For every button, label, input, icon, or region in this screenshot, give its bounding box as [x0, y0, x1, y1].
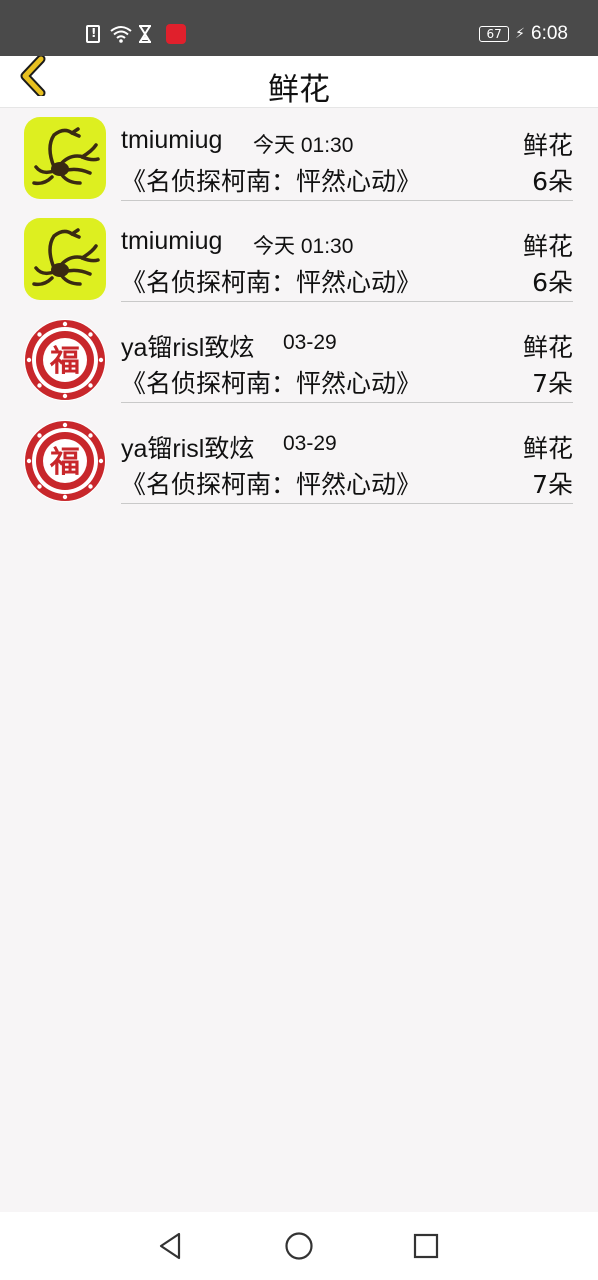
- nav-recents-button[interactable]: [410, 1230, 442, 1262]
- record-details: ya镏risl致炫 03-29 鲜花 《名侦探柯南：怦然心动》 7朵: [121, 411, 573, 504]
- flower-record-list: tmiumiug 今天 01:30 鲜花 《名侦探柯南：怦然心动》 6朵 tmi…: [0, 108, 598, 512]
- svg-text:福: 福: [49, 445, 80, 480]
- status-bar: 67 ⚡ 6:08: [0, 0, 598, 56]
- record-details: ya镏risl致炫 03-29 鲜花 《名侦探柯南：怦然心动》 7朵: [121, 310, 573, 403]
- home-circle-icon: [285, 1232, 313, 1260]
- record-details: tmiumiug 今天 01:30 鲜花 《名侦探柯南：怦然心动》 6朵: [121, 108, 573, 201]
- work-title[interactable]: 《名侦探柯南：怦然心动》: [121, 263, 421, 299]
- status-clock: 6:08: [531, 23, 568, 44]
- system-nav-bar: [0, 1212, 598, 1280]
- wifi-icon: [110, 25, 132, 43]
- work-title[interactable]: 《名侦探柯南：怦然心动》: [121, 162, 421, 198]
- list-item[interactable]: 福 ya镏risl致炫 03-29 鲜花 《名侦探柯南：怦然心动》 7朵: [0, 310, 598, 411]
- list-item[interactable]: tmiumiug 今天 01:30 鲜花 《名侦探柯南：怦然心动》 6朵: [0, 108, 598, 209]
- list-item[interactable]: 福 ya镏risl致炫 03-29 鲜花 《名侦探柯南：怦然心动》 7朵: [0, 411, 598, 512]
- status-icons: [86, 22, 186, 46]
- username[interactable]: tmiumiug: [121, 126, 222, 155]
- gift-count: 7朵: [532, 369, 573, 398]
- gift-count: 6朵: [532, 268, 573, 297]
- gift-count: 6朵: [532, 167, 573, 196]
- list-item[interactable]: tmiumiug 今天 01:30 鲜花 《名侦探柯南：怦然心动》 6朵: [0, 209, 598, 310]
- record-time: 今天 01:30: [253, 235, 354, 258]
- gift-type: 鲜花: [522, 434, 573, 463]
- hourglass-icon: [138, 25, 156, 43]
- nav-back-button[interactable]: [155, 1230, 187, 1262]
- app-badge-icon: [166, 24, 186, 44]
- gift-count: 7朵: [532, 470, 573, 499]
- status-right: 67 ⚡ 6:08: [479, 22, 568, 46]
- work-title[interactable]: 《名侦探柯南：怦然心动》: [121, 364, 421, 400]
- svg-text:福: 福: [49, 344, 80, 379]
- record-time: 03-29: [283, 331, 337, 354]
- record-time: 今天 01:30: [253, 134, 354, 157]
- username[interactable]: tmiumiug: [121, 227, 222, 256]
- back-triangle-icon: [159, 1232, 181, 1260]
- scorpion-avatar[interactable]: [24, 117, 106, 199]
- page-title: 鲜花: [268, 72, 330, 108]
- work-title[interactable]: 《名侦探柯南：怦然心动》: [121, 465, 421, 501]
- battery-indicator: 67: [479, 26, 510, 42]
- fu-avatar[interactable]: 福: [24, 319, 106, 401]
- username[interactable]: ya镏risl致炫: [121, 328, 254, 364]
- fu-avatar[interactable]: 福: [24, 420, 106, 502]
- charging-bolt-icon: ⚡: [515, 26, 526, 42]
- gift-type: 鲜花: [522, 333, 573, 362]
- scorpion-avatar[interactable]: [24, 218, 106, 300]
- gift-type: 鲜花: [522, 131, 573, 160]
- sim-alert-icon: [86, 25, 100, 43]
- username[interactable]: ya镏risl致炫: [121, 429, 254, 465]
- record-details: tmiumiug 今天 01:30 鲜花 《名侦探柯南：怦然心动》 6朵: [121, 209, 573, 302]
- header: 鲜花: [0, 56, 598, 108]
- recents-square-icon: [413, 1233, 439, 1259]
- gift-type: 鲜花: [522, 232, 573, 261]
- record-time: 03-29: [283, 432, 337, 455]
- nav-home-button[interactable]: [283, 1230, 315, 1262]
